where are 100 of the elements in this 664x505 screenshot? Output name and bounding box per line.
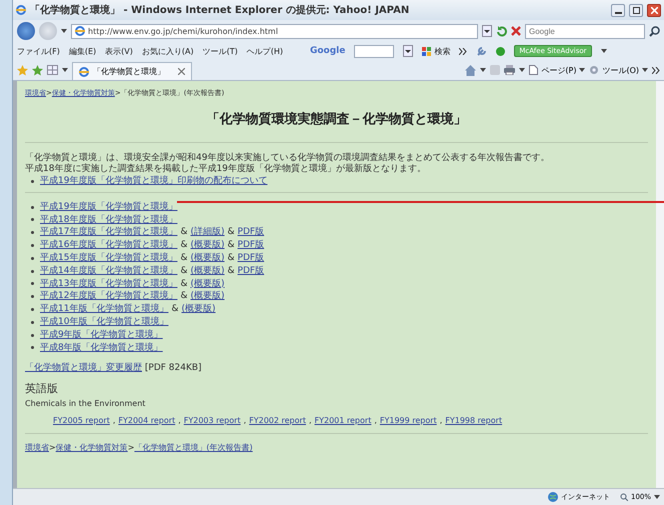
notice-link[interactable]: 平成19年度版「化学物質と環境」印刷物の配布について <box>40 175 268 188</box>
dropdown-icon[interactable] <box>482 25 492 37</box>
report-link[interactable]: FY2002 report <box>249 414 306 428</box>
chevron-icon[interactable] <box>652 66 660 74</box>
edition-link[interactable]: (概要版) <box>190 278 225 290</box>
label-text: & <box>180 278 188 290</box>
favorites-star-icon[interactable] <box>17 64 28 76</box>
browser-logo-icon <box>75 26 85 36</box>
browser-logo-icon <box>16 5 26 15</box>
edition-link[interactable]: 平成19年度版「化学物質と環境」 <box>40 200 178 214</box>
label-text: & <box>180 226 188 240</box>
report-link[interactable]: FY2004 report <box>118 414 176 428</box>
edition-link[interactable]: 平成10年版「化学物質と環境」 <box>40 316 168 329</box>
edition-link[interactable]: (概要版) <box>190 239 225 252</box>
edition-link[interactable]: 平成18年度版「化学物質と環境」 <box>40 214 178 226</box>
breadcrumb-link[interactable]: 保健・化学物質対策 <box>56 442 128 455</box>
browser-tab[interactable]: 「化学物質と環境」 <box>72 62 192 80</box>
google-logo: Google <box>310 46 346 56</box>
menu-item[interactable]: ファイル(F) <box>17 46 60 56</box>
edition-link[interactable]: 平成14年度版「化学物質と環境」 <box>40 264 178 278</box>
gear-icon <box>589 65 600 75</box>
label-text: & <box>180 239 188 252</box>
caret-icon[interactable] <box>61 28 67 34</box>
label-text: , <box>244 414 246 427</box>
edition-link[interactable]: 平成15年度版「化学物質と環境」 <box>40 252 178 265</box>
edition-link[interactable]: 平成12年度版「化学物質と環境」 <box>40 290 178 304</box>
section-subtitle: Chemicals in the Environment <box>25 398 146 410</box>
chevron-icon[interactable] <box>459 48 468 54</box>
close-button[interactable] <box>647 4 661 16</box>
report-link[interactable]: FY1999 report <box>380 414 437 428</box>
menu-item[interactable]: 編集(E) <box>68 46 96 56</box>
globe-icon <box>548 492 558 502</box>
edition-link[interactable]: 平成13年度版「化学物質と環境」 <box>40 278 178 290</box>
report-link[interactable]: FY2005 report <box>53 414 110 428</box>
print-icon[interactable] <box>504 65 516 75</box>
bullet-icon <box>31 346 34 350</box>
menu-item[interactable]: ツール(T) <box>202 46 238 56</box>
caret-icon[interactable] <box>654 494 660 500</box>
edition-link[interactable]: (概要版) <box>181 303 216 316</box>
caret-icon[interactable] <box>480 67 486 73</box>
report-link[interactable]: FY1998 report <box>445 414 502 428</box>
search-icon[interactable] <box>649 26 660 36</box>
edition-link[interactable]: (概要版) <box>190 290 225 304</box>
search-field[interactable]: Google <box>525 24 645 38</box>
report-link[interactable]: FY2003 report <box>184 414 241 428</box>
edition-link[interactable]: PDF版 <box>238 239 264 252</box>
bullet-icon <box>31 282 34 286</box>
menu-item[interactable]: お気に入り(A) <box>142 46 194 56</box>
edition-link[interactable]: (概要版) <box>190 264 225 278</box>
close-icon[interactable] <box>178 68 185 75</box>
tab-grid-icon[interactable] <box>47 65 58 75</box>
label-text: & <box>180 252 188 265</box>
edition-link[interactable]: PDF版 <box>238 264 264 278</box>
window-title: 「化学物質と環境」 - Windows Internet Explorer の提供元: Yahoo! JAPAN <box>30 3 410 17</box>
caret-icon[interactable] <box>600 48 607 54</box>
scrollbar[interactable] <box>656 81 664 488</box>
report-link[interactable]: FY2001 report <box>314 414 372 428</box>
history-link[interactable]: 「化学物質と環境」変更履歴 <box>25 363 142 374</box>
dropdown-icon[interactable] <box>403 45 414 57</box>
bullet-icon <box>31 244 34 248</box>
caret-icon <box>579 67 586 73</box>
edition-link[interactable]: (概要版) <box>190 252 225 265</box>
breadcrumb-link[interactable]: 環境省 <box>25 442 49 455</box>
command-menu[interactable]: ツール(O) <box>602 64 639 76</box>
home-icon[interactable] <box>465 64 476 76</box>
edition-link[interactable]: PDF版 <box>238 226 264 240</box>
label-text: & <box>228 252 235 265</box>
status-dot-icon[interactable] <box>496 46 506 56</box>
intro-text: 平成18年度に実施した調査結果を掲載した平成19年度版「化学物質と環境」が最新版となります。 <box>25 164 427 175</box>
menu-item[interactable]: 表示(V) <box>105 46 133 56</box>
edition-link[interactable]: 平成11年版「化学物質と環境」 <box>40 303 168 316</box>
edition-link[interactable]: 平成8年版「化学物質と環境」 <box>40 342 163 354</box>
menu-item[interactable]: ヘルプ(H) <box>246 46 283 56</box>
search-button[interactable]: 検索 <box>434 46 450 56</box>
edition-link[interactable]: 平成9年版「化学物質と環境」 <box>40 328 163 342</box>
edition-link[interactable]: 平成16年度版「化学物質と環境」 <box>40 239 178 252</box>
page-icon <box>529 65 538 75</box>
caret-icon <box>642 67 648 73</box>
browser-logo-icon <box>79 66 89 76</box>
zoom-icon <box>620 493 628 501</box>
add-favorite-icon[interactable] <box>32 64 43 76</box>
intro-text: 「化学物質と環境」は、環境安全課が昭和49年度以来実施している化学物質の環境調査結果をまとめて公表する年次報告書です。 <box>25 153 550 164</box>
back-button[interactable] <box>17 22 35 40</box>
minimize-button[interactable] <box>611 4 625 16</box>
edition-link[interactable]: PDF版 <box>238 252 264 265</box>
maximize-button[interactable] <box>629 4 643 16</box>
bullet-icon <box>31 334 34 337</box>
close-icon <box>650 6 658 14</box>
stop-icon[interactable] <box>511 26 521 36</box>
wrench-icon[interactable] <box>476 46 488 56</box>
command-menu[interactable]: ページ(P) <box>541 64 576 76</box>
label-text: & <box>228 239 235 252</box>
edition-link[interactable]: (詳細版) <box>190 226 225 240</box>
address-field[interactable]: http://www.env.go.jp/chemi/kurohon/index.html <box>71 24 478 38</box>
caret-icon[interactable] <box>62 67 68 73</box>
breadcrumb-link[interactable]: 「化学物質と環境」(年次報告書) <box>134 442 253 455</box>
edition-link[interactable]: 平成17年度版「化学物質と環境」 <box>40 226 178 240</box>
refresh-icon[interactable] <box>496 26 507 36</box>
toolbar-search-field[interactable] <box>354 44 394 58</box>
caret-icon[interactable] <box>519 67 526 73</box>
